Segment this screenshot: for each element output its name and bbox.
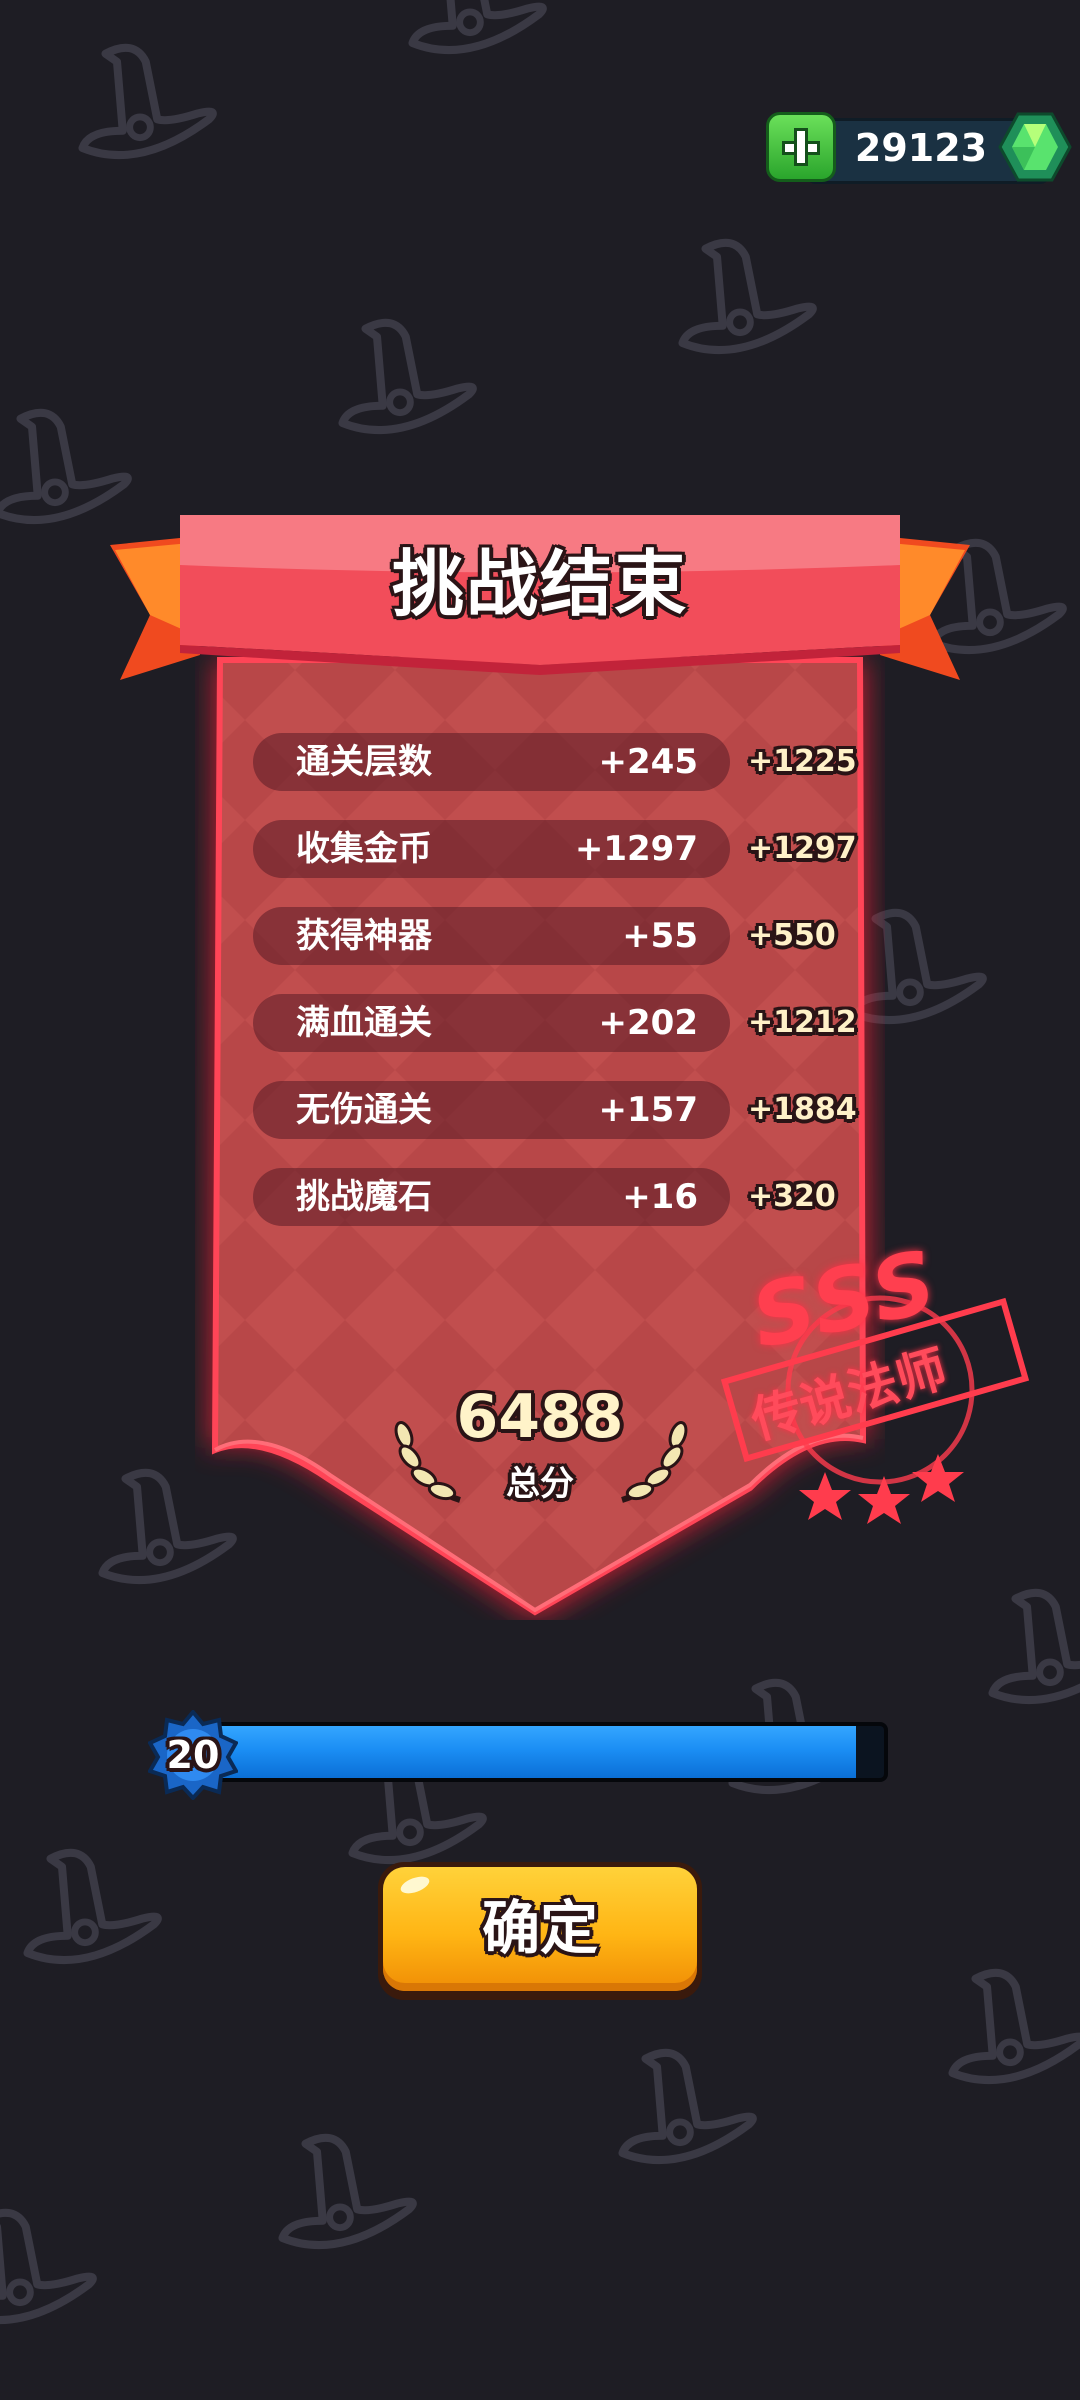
confirm-button[interactable]: 确定 — [378, 1862, 702, 2000]
confirm-button-label: 确定 — [481, 1894, 598, 1962]
stat-row: 获得神器 +55 +550 — [253, 907, 836, 965]
stat-count: +55 — [622, 916, 698, 956]
stat-row: 收集金币 +1297 +1297 — [253, 820, 857, 878]
stat-row: 通关层数 +245 +1225 — [253, 733, 857, 791]
page-title: 挑战结束 — [391, 542, 688, 626]
gem-amount: 29123 — [854, 126, 988, 170]
stat-label: 收集金币 — [296, 829, 432, 869]
stat-score: +1884 — [748, 1092, 857, 1127]
stat-label: 通关层数 — [296, 742, 432, 782]
stat-score: +1212 — [748, 1005, 857, 1040]
stat-score: +1225 — [748, 744, 857, 779]
level-bar-track — [188, 1722, 888, 1782]
level-progress: 20 — [148, 1710, 890, 1800]
plus-icon[interactable] — [766, 112, 836, 182]
level-number: 20 — [166, 1733, 220, 1777]
stat-label: 获得神器 — [296, 916, 432, 956]
stat-count: +245 — [598, 742, 698, 782]
stat-label: 挑战魔石 — [296, 1177, 432, 1217]
gem-counter: 29123 — [766, 112, 1072, 184]
level-bar-fill — [192, 1726, 857, 1778]
stat-score: +1297 — [748, 831, 857, 866]
stat-score: +320 — [748, 1179, 836, 1214]
stat-row: 满血通关 +202 +1212 — [253, 994, 857, 1052]
stat-count: +202 — [598, 1003, 698, 1043]
stat-label: 无伤通关 — [296, 1090, 432, 1130]
stat-row: 无伤通关 +157 +1884 — [253, 1081, 857, 1139]
stat-count: +16 — [622, 1177, 698, 1217]
stat-count: +1297 — [574, 829, 698, 869]
stat-row: 挑战魔石 +16 +320 — [253, 1168, 836, 1226]
stat-label: 满血通关 — [296, 1003, 432, 1043]
stat-score: +550 — [748, 918, 836, 953]
stat-count: +157 — [598, 1090, 698, 1130]
gem-icon — [998, 112, 1072, 182]
